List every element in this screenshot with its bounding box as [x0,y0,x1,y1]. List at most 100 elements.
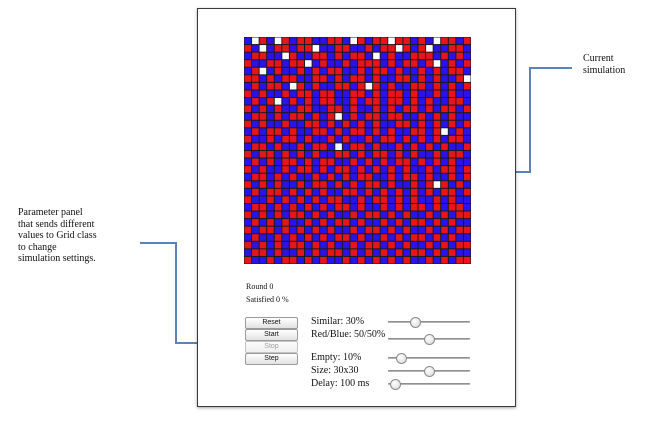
blue-cell [267,181,274,188]
red-cell [403,166,410,173]
blue-cell [418,90,426,98]
blue-cell [342,241,350,249]
red-cell [259,143,267,150]
red-cell [365,181,373,188]
red-cell [418,52,426,60]
blue-cell [342,158,350,166]
red-cell [327,158,335,166]
blue-cell [259,135,267,143]
red-cell [342,203,350,211]
blue-cell [380,173,388,181]
slider-thumb[interactable] [396,353,407,364]
red-cell [282,45,289,52]
red-cell [320,143,327,150]
blue-cell [418,211,426,219]
empty-slider[interactable] [388,353,470,364]
blue-cell [297,158,305,166]
red-cell [426,52,433,60]
red-cell [448,37,456,45]
blue-cell [410,226,418,234]
red-cell [380,158,388,166]
red-cell [327,113,335,120]
red-cell [441,211,448,219]
red-cell [358,196,365,203]
satisfied-percent: Satisfied 0 % [246,295,289,304]
red-cell [312,120,320,128]
red-cell [448,60,456,67]
red-cell [433,234,441,241]
blue-cell [433,45,441,52]
red-cell [456,203,463,211]
blue-cell [358,249,365,256]
blue-cell [320,45,327,52]
blue-cell [342,90,350,98]
red-cell [463,211,471,219]
blue-cell [433,52,441,60]
blue-cell [380,113,388,120]
delay-slider[interactable] [388,379,470,390]
red-cell [388,241,395,249]
slider-thumb[interactable] [390,379,402,390]
slider-thumb[interactable] [424,334,435,345]
red-cell [395,203,403,211]
red-cell [297,151,305,158]
red-blue-slider[interactable] [388,334,470,345]
red-cell [380,188,388,196]
red-cell [456,128,463,135]
red-cell [297,211,305,219]
red-cell [305,166,312,173]
blue-cell [312,37,320,45]
red-blue-label: Red/Blue: 50/50% [311,329,386,340]
blue-cell [335,188,342,196]
red-cell [358,128,365,135]
red-cell [395,196,403,203]
blue-cell [252,135,259,143]
blue-cell [282,60,289,67]
blue-cell [448,75,456,82]
red-cell [418,249,426,256]
start-button[interactable]: Start [245,329,298,341]
red-cell [388,135,395,143]
red-cell [350,188,357,196]
blue-cell [335,211,342,219]
blue-cell [327,45,335,52]
red-cell [259,37,267,45]
slider-thumb[interactable] [410,317,421,328]
red-cell [373,181,380,188]
red-cell [358,90,365,98]
blue-cell [312,166,320,173]
red-cell [456,67,463,75]
slider-thumb[interactable] [424,366,435,377]
red-cell [395,188,403,196]
blue-cell [373,158,380,166]
red-cell [358,143,365,150]
blue-cell [252,196,259,203]
step-button[interactable]: Step [245,353,298,365]
stop-button[interactable]: Stop [245,341,298,353]
blue-cell [456,173,463,181]
red-cell [244,166,252,173]
red-cell [380,196,388,203]
blue-cell [426,219,433,226]
blue-cell [358,113,365,120]
red-cell [388,45,395,52]
red-cell [403,105,410,113]
blue-cell [350,173,357,181]
blue-cell [463,219,471,226]
reset-button[interactable]: Reset [245,317,298,329]
blue-cell [358,45,365,52]
similar-slider[interactable] [388,317,470,328]
red-cell [289,60,297,67]
blue-cell [267,173,274,181]
red-cell [365,173,373,181]
blue-cell [410,67,418,75]
red-cell [410,181,418,188]
red-cell [252,203,259,211]
blue-cell [252,60,259,67]
red-cell [320,219,327,226]
size-slider[interactable] [388,366,470,377]
blue-cell [297,52,305,60]
blue-cell [418,188,426,196]
red-cell [426,226,433,234]
red-cell [418,113,426,120]
